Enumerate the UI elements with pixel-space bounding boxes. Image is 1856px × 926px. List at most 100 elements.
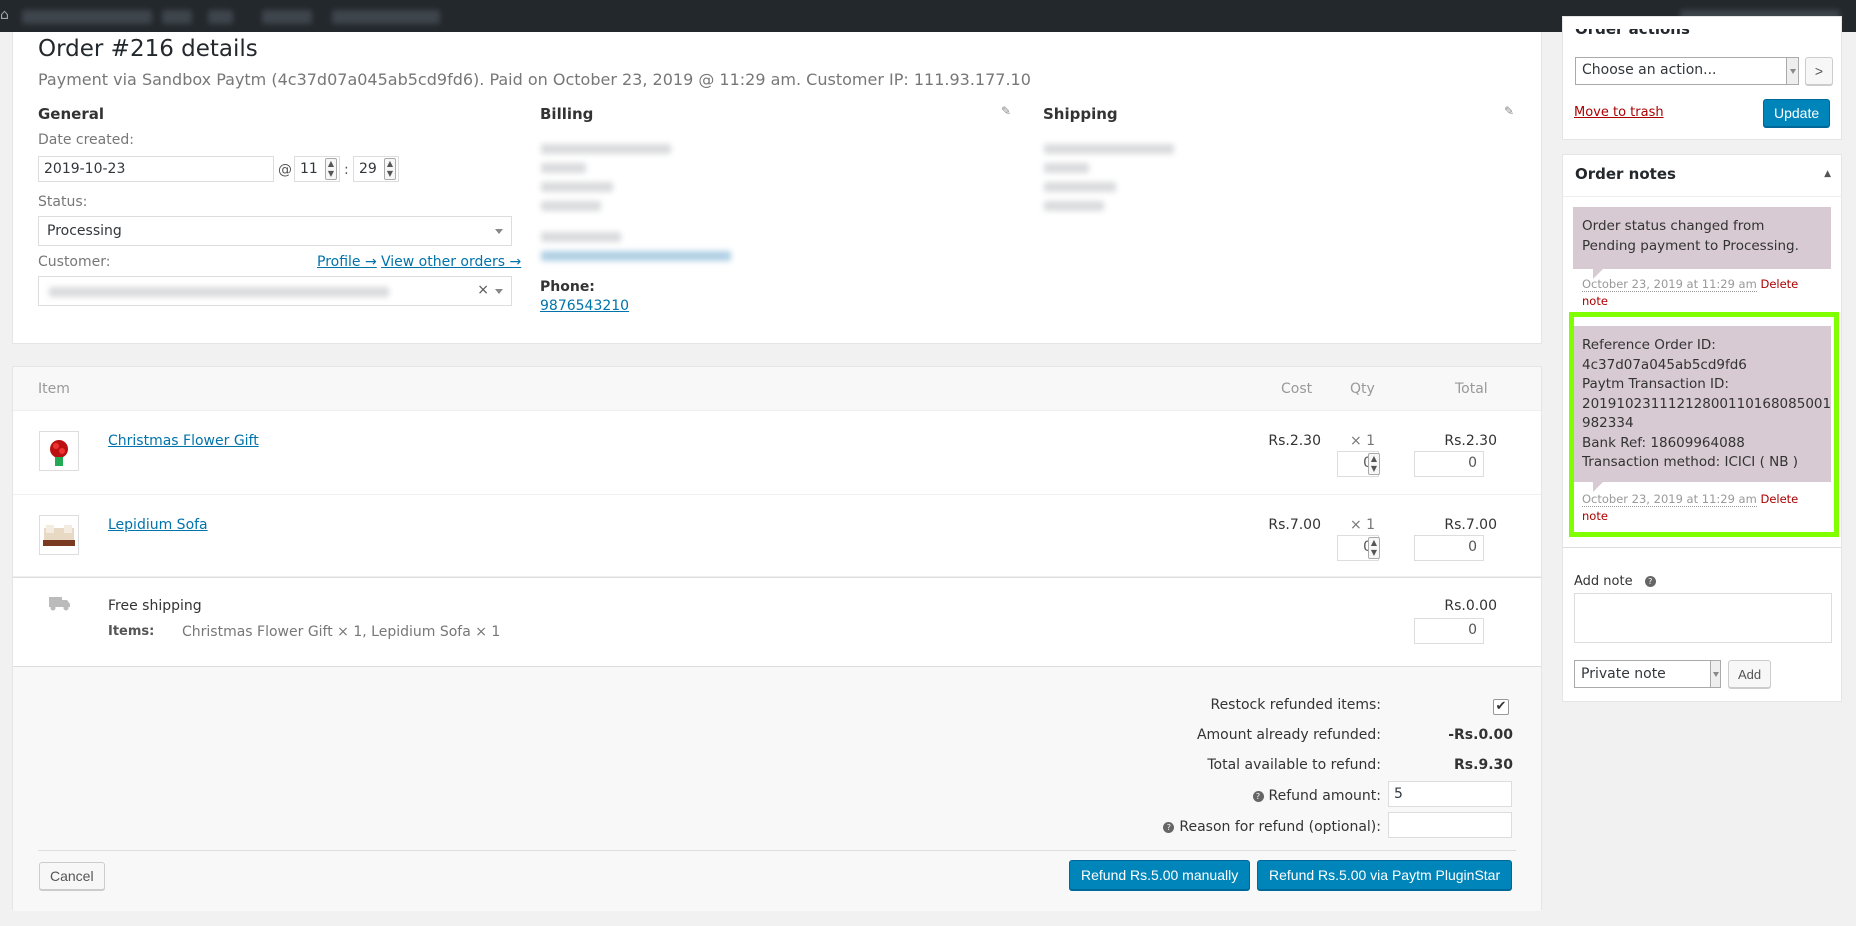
status-label: Status: xyxy=(38,194,88,210)
add-note-button[interactable]: Add xyxy=(1728,660,1772,688)
at-separator: @ xyxy=(278,162,292,178)
edit-shipping-icon[interactable]: ✎ xyxy=(1504,104,1514,118)
shipping-total: Rs.0.00 xyxy=(1444,598,1497,614)
help-icon[interactable]: ? xyxy=(1644,576,1656,587)
refund-total-input[interactable]: 0 xyxy=(1414,535,1484,561)
item-name-link[interactable]: Christmas Flower Gift xyxy=(108,433,259,449)
item-total: Rs.2.30 xyxy=(1444,433,1497,449)
help-icon[interactable]: ? xyxy=(1252,791,1264,802)
item-cost: Rs.7.00 xyxy=(1268,517,1321,533)
highlight-box xyxy=(1569,312,1839,537)
minute-value: 29 xyxy=(359,161,377,177)
item-name-link[interactable]: Lepidium Sofa xyxy=(108,517,208,533)
already-refunded-value: -Rs.0.00 xyxy=(1448,727,1513,743)
billing-address-redacted xyxy=(541,163,586,173)
order-note-text: Order status changed from Pending paymen… xyxy=(1582,218,1799,254)
refund-total-value: 0 xyxy=(1468,455,1477,471)
billing-address-redacted xyxy=(541,201,601,211)
refund-qty-spinner[interactable]: ▲ ▼ xyxy=(1368,453,1380,475)
chevron-down-icon xyxy=(1790,69,1796,74)
view-other-orders-link[interactable]: View other orders → xyxy=(381,254,521,270)
customer-label: Customer: xyxy=(38,254,111,270)
refund-amount-label: ? Refund amount: xyxy=(1013,788,1381,804)
billing-address-redacted xyxy=(541,144,671,154)
order-action-select[interactable]: Choose an action... xyxy=(1575,57,1799,85)
time-colon: : xyxy=(344,162,349,178)
billing-address-redacted xyxy=(541,182,613,192)
header-cost: Cost xyxy=(1281,381,1313,397)
clear-icon[interactable]: × xyxy=(477,282,489,298)
available-to-refund-value: Rs.9.30 xyxy=(1454,757,1513,773)
status-select[interactable]: Processing xyxy=(38,216,512,246)
shipping-address-redacted xyxy=(1044,144,1174,154)
refund-via-paytm-button[interactable]: Refund Rs.5.00 via Paytm PluginStar xyxy=(1257,860,1513,890)
home-icon[interactable]: ⌂ xyxy=(0,8,14,22)
refund-total-value: 0 xyxy=(1468,539,1477,555)
refund-manually-button[interactable]: Refund Rs.5.00 manually xyxy=(1069,860,1251,890)
shipping-line-row: Free shipping Items: Christmas Flower Gi… xyxy=(13,577,1541,667)
refund-section: Restock refunded items: ✔ Amount already… xyxy=(13,667,1541,911)
shipping-address-redacted xyxy=(1044,182,1116,192)
date-created-input[interactable]: 2019-10-23 xyxy=(38,156,274,182)
shipping-refund-value: 0 xyxy=(1468,622,1477,638)
order-actions-title: Order actions xyxy=(1575,20,1690,38)
minute-spinner[interactable]: ▲ ▼ xyxy=(384,158,396,180)
item-qty: × 1 xyxy=(1350,433,1376,449)
refund-amount-input[interactable]: 5 xyxy=(1388,781,1512,807)
customer-select[interactable]: × xyxy=(38,276,512,306)
phone-label: Phone: xyxy=(540,279,595,295)
hour-spinner[interactable]: ▲ ▼ xyxy=(325,158,337,180)
add-note-textarea[interactable] xyxy=(1574,593,1832,643)
chevron-down-icon xyxy=(495,289,503,294)
header-item: Item xyxy=(38,381,70,397)
refund-total-input[interactable]: 0 xyxy=(1414,451,1484,477)
phone-link[interactable]: 9876543210 xyxy=(540,298,629,314)
truck-icon xyxy=(49,597,70,611)
update-button[interactable]: Update xyxy=(1763,99,1831,127)
refund-reason-label-text: Reason for refund (optional): xyxy=(1179,819,1381,835)
shipping-address-redacted xyxy=(1044,201,1104,211)
chevron-down-icon xyxy=(495,229,503,234)
note-type-select[interactable]: Private note xyxy=(1574,660,1721,688)
divider xyxy=(38,850,1516,851)
order-notes-title: Order notes xyxy=(1575,165,1676,183)
order-note: Order status changed from Pending paymen… xyxy=(1573,207,1831,269)
billing-email-redacted[interactable] xyxy=(541,251,731,261)
toggle-panel-icon[interactable]: ▲ xyxy=(1824,169,1831,179)
already-refunded-label: Amount already refunded: xyxy=(1196,727,1381,743)
shipping-refund-input[interactable]: 0 xyxy=(1414,618,1484,644)
refund-reason-input[interactable] xyxy=(1388,812,1512,838)
help-icon[interactable]: ? xyxy=(1163,822,1175,833)
order-actions-panel: Order actions Choose an action... > Move… xyxy=(1562,16,1842,140)
customer-profile-link[interactable]: Profile → xyxy=(317,254,377,270)
add-note-label-text: Add note xyxy=(1574,574,1633,589)
date-created-label: Date created: xyxy=(38,132,134,148)
apply-action-button[interactable]: > xyxy=(1805,57,1833,85)
shipping-address-redacted xyxy=(1044,163,1089,173)
hour-value: 11 xyxy=(300,161,318,177)
move-to-trash-link[interactable]: Move to trash xyxy=(1574,105,1664,120)
header-qty: Qty xyxy=(1350,381,1375,397)
page-title: Order #216 details xyxy=(38,36,258,62)
refund-qty-spinner[interactable]: ▲ ▼ xyxy=(1368,537,1380,559)
header-total: Total xyxy=(1455,381,1488,397)
billing-heading: Billing xyxy=(540,105,594,123)
note-type-value: Private note xyxy=(1581,666,1666,682)
restock-label: Restock refunded items: xyxy=(1210,697,1381,713)
order-items-panel: Item Cost Qty Total Christmas Flower Gif… xyxy=(12,366,1542,911)
restock-checkbox[interactable]: ✔ xyxy=(1493,699,1509,715)
shipping-items-value: Christmas Flower Gift × 1, Lepidium Sofa… xyxy=(182,624,501,640)
note-meta: October 23, 2019 at 11:29 am Delete note xyxy=(1582,276,1822,310)
available-to-refund-label: Total available to refund: xyxy=(1207,757,1381,773)
shipping-heading: Shipping xyxy=(1043,105,1118,123)
item-total: Rs.7.00 xyxy=(1444,517,1497,533)
cancel-button[interactable]: Cancel xyxy=(39,862,105,890)
order-data-panel: Order #216 details Payment via Sandbox P… xyxy=(12,32,1542,344)
refund-reason-label: ? Reason for refund (optional): xyxy=(1013,819,1381,835)
shipping-items-label: Items: xyxy=(108,624,155,639)
general-heading: General xyxy=(38,105,104,123)
status-value: Processing xyxy=(47,223,122,239)
edit-billing-icon[interactable]: ✎ xyxy=(1001,104,1011,118)
order-meta: Payment via Sandbox Paytm (4c37d07a045ab… xyxy=(38,70,1031,89)
item-cost: Rs.2.30 xyxy=(1268,433,1321,449)
